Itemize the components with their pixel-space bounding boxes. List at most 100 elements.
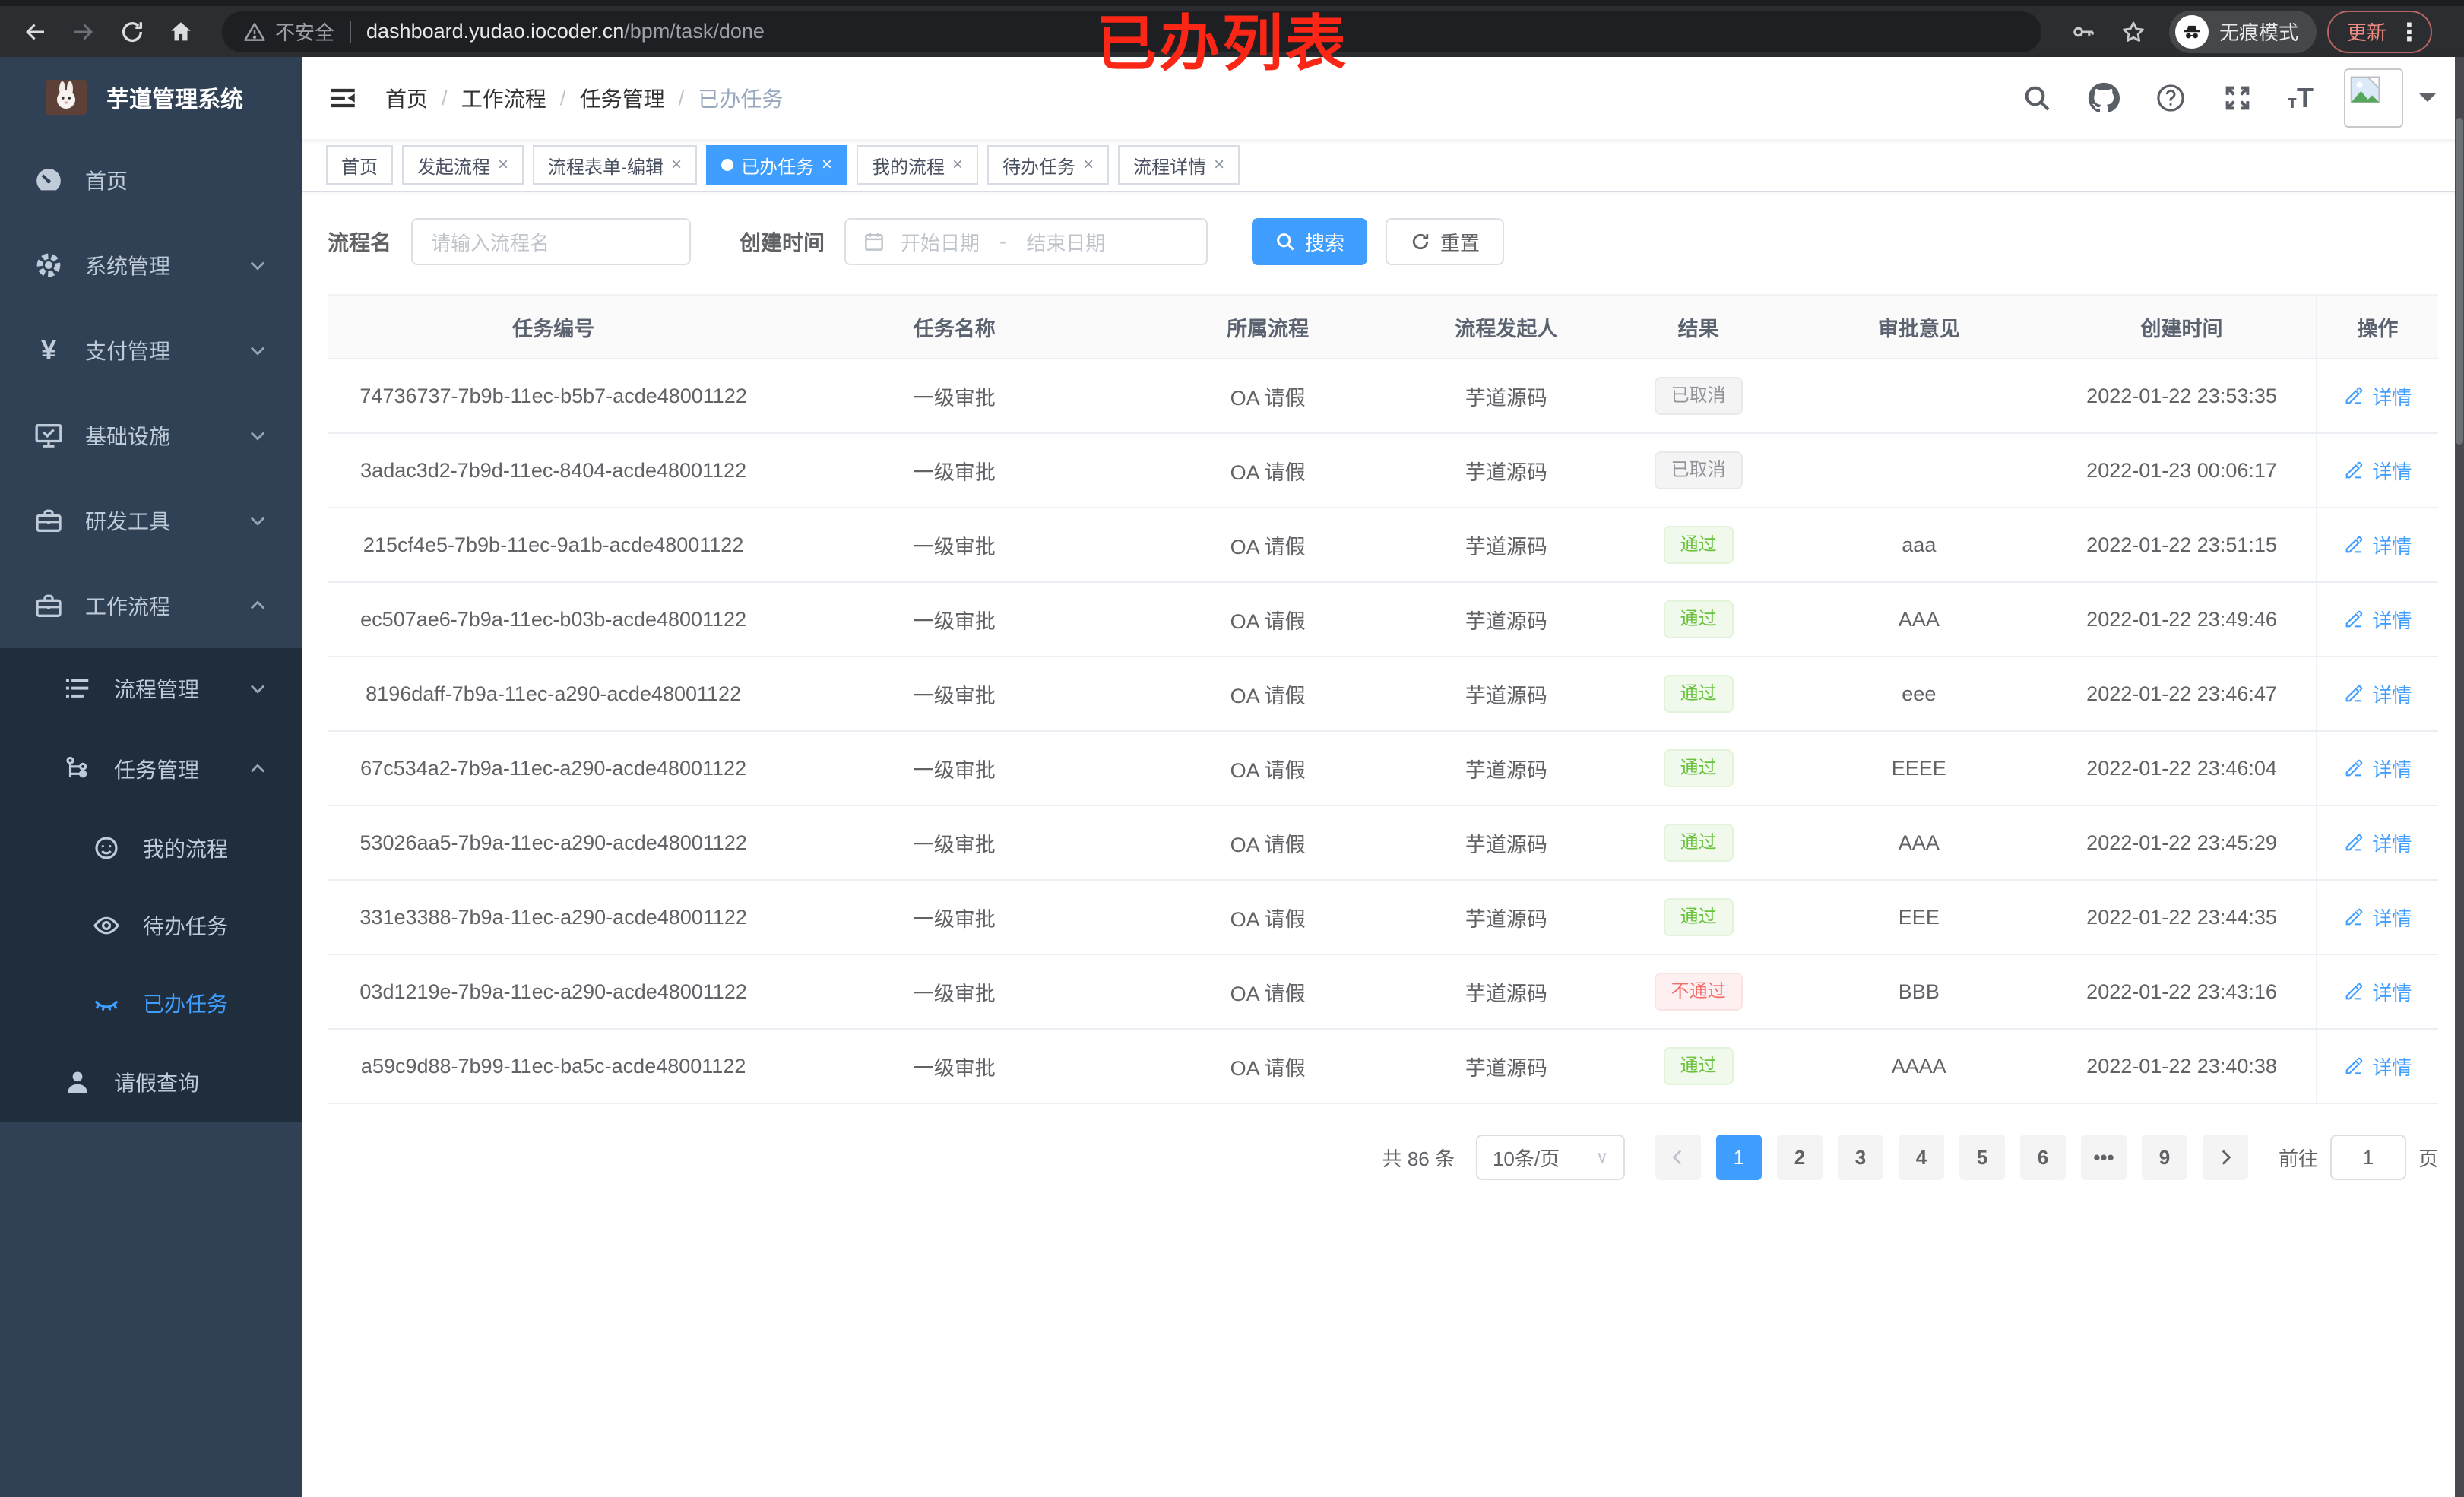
- tab-待办任务[interactable]: 待办任务 ×: [987, 145, 1110, 185]
- date-range-picker[interactable]: 开始日期 - 结束日期: [844, 218, 1208, 265]
- next-page-button[interactable]: [2202, 1135, 2248, 1180]
- url-domain[interactable]: dashboard.yudao.iocoder.cn: [366, 20, 624, 43]
- process-cell: OA 请假: [1230, 1056, 1306, 1080]
- sidebar-item-8[interactable]: 任务管理: [0, 729, 302, 809]
- detail-link[interactable]: 详情: [2343, 904, 2412, 932]
- close-icon[interactable]: ×: [671, 154, 682, 176]
- page-button-3[interactable]: 3: [1837, 1135, 1883, 1180]
- result-cell: 通过: [1607, 600, 1791, 638]
- tab-首页[interactable]: 首页: [326, 145, 393, 185]
- sidebar-item-11[interactable]: 已办任务: [0, 964, 302, 1042]
- back-icon[interactable]: [15, 12, 55, 52]
- end-date-placeholder[interactable]: 结束日期: [1026, 228, 1105, 256]
- page-button-4[interactable]: 4: [1898, 1135, 1944, 1180]
- breadcrumb-item: 已办任务: [698, 87, 784, 111]
- tab-已办任务[interactable]: 已办任务 ×: [706, 145, 848, 185]
- tab-流程详情[interactable]: 流程详情 ×: [1118, 145, 1240, 185]
- breadcrumb-item[interactable]: 任务管理: [580, 83, 665, 113]
- tab-label: 已办任务: [741, 157, 815, 178]
- search-button[interactable]: 搜索: [1252, 218, 1368, 265]
- sidebar-item-7[interactable]: 流程管理: [0, 648, 302, 729]
- browser-menu-icon[interactable]: ⋮: [2397, 17, 2421, 46]
- tab-我的流程[interactable]: 我的流程 ×: [857, 145, 979, 185]
- font-size-icon[interactable]: тT: [2288, 84, 2314, 112]
- search-icon[interactable]: [2020, 81, 2054, 115]
- detail-link[interactable]: 详情: [2343, 531, 2412, 559]
- close-icon[interactable]: ×: [1214, 154, 1224, 176]
- sidebar-item-5[interactable]: 研发工具: [0, 478, 302, 563]
- comment-cell: aaa: [1902, 533, 1937, 556]
- detail-link[interactable]: 详情: [2343, 606, 2412, 634]
- page-size-select[interactable]: 10条/页 ∨: [1475, 1135, 1625, 1180]
- refresh-icon[interactable]: [112, 12, 152, 52]
- forward-icon[interactable]: [64, 12, 103, 52]
- key-icon[interactable]: [2066, 14, 2101, 49]
- page-button-2[interactable]: 2: [1776, 1135, 1823, 1180]
- page-button-6[interactable]: 6: [2019, 1135, 2066, 1180]
- reset-button[interactable]: 重置: [1386, 218, 1505, 265]
- detail-link[interactable]: 详情: [2343, 1052, 2412, 1081]
- sidebar-item-10[interactable]: 待办任务: [0, 887, 302, 964]
- update-button[interactable]: 更新 ⋮: [2326, 10, 2432, 53]
- process-name-input[interactable]: 请输入流程名: [411, 218, 692, 265]
- page-button-9[interactable]: 9: [2141, 1135, 2187, 1180]
- status-badge: 通过: [1663, 600, 1734, 638]
- url-path[interactable]: /bpm/task/done: [624, 20, 765, 43]
- tab-流程表单-编辑[interactable]: 流程表单-编辑 ×: [533, 145, 698, 185]
- update-label[interactable]: 更新: [2347, 17, 2386, 46]
- window-scrollbar-thumb[interactable]: [2456, 118, 2463, 445]
- page-button-1[interactable]: 1: [1715, 1135, 1762, 1180]
- bookmark-star-icon[interactable]: [2116, 14, 2151, 49]
- sidebar-item-label: 请假查询: [114, 1071, 200, 1095]
- breadcrumb-separator: /: [678, 86, 685, 109]
- detail-link[interactable]: 详情: [2343, 829, 2412, 857]
- home-icon[interactable]: [161, 12, 201, 52]
- status-badge: 通过: [1663, 824, 1734, 862]
- close-icon[interactable]: ×: [952, 154, 963, 176]
- goto-page-input[interactable]: 1: [2329, 1135, 2406, 1180]
- prev-page-button[interactable]: [1655, 1135, 1701, 1180]
- table-row: 215cf4e5-7b9b-11ec-9a1b-acde48001122 一级审批…: [328, 508, 2438, 583]
- close-icon[interactable]: ×: [822, 154, 832, 176]
- user-icon: [61, 1065, 94, 1099]
- detail-link[interactable]: 详情: [2343, 382, 2412, 410]
- sidebar-item-6[interactable]: 工作流程: [0, 563, 302, 648]
- sidebar-item-4[interactable]: 基础设施: [0, 393, 302, 478]
- page-content: 流程名 请输入流程名 创建时间 开始日期 - 结束日期 搜索 重置 任务编号 任…: [302, 192, 2464, 1497]
- detail-link[interactable]: 详情: [2343, 755, 2412, 783]
- result-cell: 通过: [1607, 824, 1791, 862]
- breadcrumb-item[interactable]: 首页: [385, 83, 428, 113]
- sidebar-item-3[interactable]: ¥ 支付管理: [0, 308, 302, 393]
- sidebar-item-12[interactable]: 请假查询: [0, 1042, 302, 1122]
- breadcrumb-item[interactable]: 工作流程: [461, 83, 546, 113]
- sidebar-item-2[interactable]: 系统管理: [0, 223, 302, 308]
- sidebar-collapse-icon[interactable]: [328, 83, 358, 113]
- address-bar[interactable]: 不安全 dashboard.yudao.iocoder.cn /bpm/task…: [222, 11, 2041, 52]
- more-pages-button[interactable]: •••: [2080, 1135, 2127, 1180]
- tags-view: 首页 发起流程 × 流程表单-编辑 × 已办任务 × 我的流程 × 待办任务 × 流程详情 ×: [302, 139, 2464, 192]
- start-date-placeholder[interactable]: 开始日期: [901, 228, 980, 256]
- sidebar-item-1[interactable]: 首页: [0, 138, 302, 223]
- security-label[interactable]: 不安全: [275, 17, 334, 46]
- avatar-caret-icon[interactable]: [2418, 93, 2437, 111]
- incognito-badge: 无痕模式: [2168, 10, 2317, 53]
- detail-link[interactable]: 详情: [2343, 978, 2412, 1006]
- github-icon[interactable]: [2087, 81, 2120, 115]
- created-time-cell: 2022-01-22 23:44:35: [2086, 905, 2277, 929]
- detail-link[interactable]: 详情: [2343, 457, 2412, 485]
- page-button-5[interactable]: 5: [1959, 1135, 2005, 1180]
- briefcase-icon: [32, 504, 65, 537]
- task-id-cell: 53026aa5-7b9a-11ec-a290-acde48001122: [359, 831, 747, 854]
- detail-link[interactable]: 详情: [2343, 680, 2412, 708]
- tab-发起流程[interactable]: 发起流程 ×: [402, 145, 524, 185]
- help-icon[interactable]: [2154, 81, 2187, 115]
- avatar[interactable]: [2344, 68, 2403, 128]
- window-scrollbar[interactable]: [2455, 57, 2464, 1497]
- app-logo[interactable]: 芋道管理系统: [0, 57, 302, 138]
- sidebar-item-9[interactable]: 我的流程: [0, 809, 302, 887]
- broken-image-icon: [2350, 76, 2380, 103]
- close-icon[interactable]: ×: [1083, 154, 1094, 176]
- fullscreen-icon[interactable]: [2221, 81, 2254, 115]
- close-icon[interactable]: ×: [498, 154, 508, 176]
- sidebar-item-label: 流程管理: [114, 678, 200, 701]
